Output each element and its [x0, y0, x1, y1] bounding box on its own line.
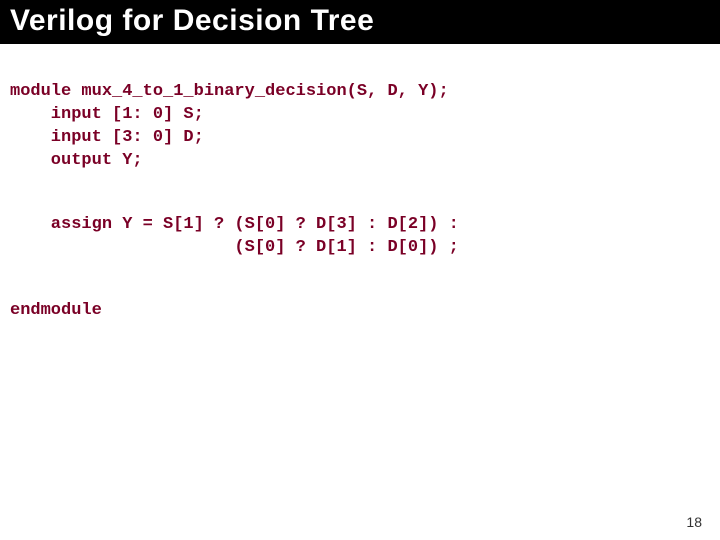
endmodule-block: endmodule	[10, 300, 710, 323]
assign-block: assign Y = S[1] ? (S[0] ? D[3] : D[2]) :…	[10, 214, 710, 260]
module-header: module mux_4_to_1_binary_decision(S, D, …	[10, 81, 710, 173]
slide-title: Verilog for Decision Tree	[10, 4, 710, 38]
page-number: 18	[686, 514, 702, 530]
code-line-2: input [1: 0] S;	[10, 105, 204, 124]
code-line-7: endmodule	[10, 301, 102, 320]
code-line-3: input [3: 0] D;	[10, 128, 204, 147]
code-line-1: module mux_4_to_1_binary_decision(S, D, …	[10, 82, 449, 101]
code-line-5: assign Y = S[1] ? (S[0] ? D[3] : D[2]) :	[10, 215, 459, 234]
code-line-6: (S[0] ? D[1] : D[0]) ;	[10, 238, 459, 257]
title-bar: Verilog for Decision Tree	[0, 0, 720, 44]
code-block: module mux_4_to_1_binary_decision(S, D, …	[0, 44, 720, 364]
code-line-4: output Y;	[10, 151, 143, 170]
